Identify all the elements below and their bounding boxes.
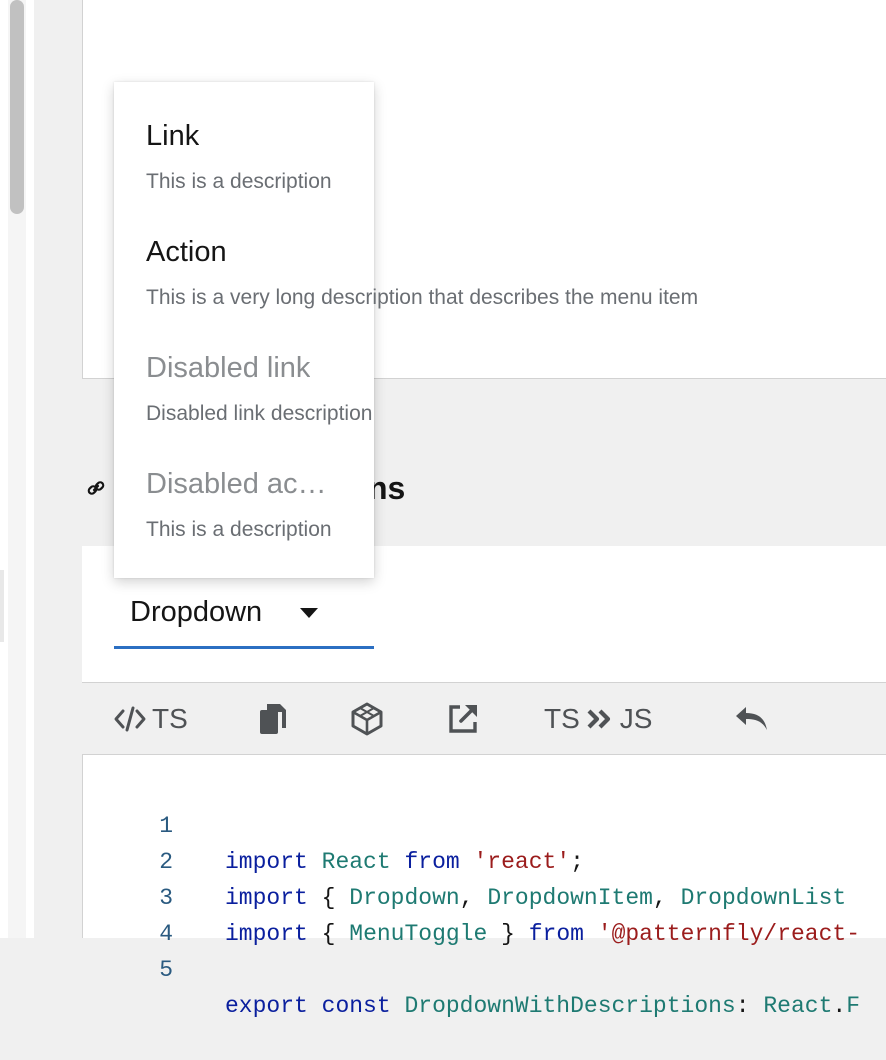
line-number: 5 [159,957,173,983]
menu-item-title: Link [146,120,200,152]
menu-item-description: This is a very long description that des… [146,286,699,309]
dropdown-toggle-label: Dropdown [130,596,263,628]
menu-item-link[interactable]: Link This is a description [114,86,374,202]
link-icon[interactable] [86,478,106,498]
code-text: import React from 'react'; [225,849,584,875]
codesandbox-button[interactable] [350,684,384,754]
caret-down-icon [300,607,319,618]
code-text: import { MenuToggle } from '@patternfly/… [225,921,861,947]
code-line: 4 [83,880,173,947]
copy-icon [260,704,286,734]
menu-item-title: Disabled ac… [146,468,327,500]
code-line: 5 export const DropdownWithDescriptions:… [83,916,860,1019]
code-text: export const DropdownWithDescriptions: R… [225,993,860,1019]
undo-button[interactable] [734,684,770,754]
convert-ts-to-js-button[interactable]: TS JS [544,684,652,754]
dropdown-menu: Link This is a description Action This i… [114,82,698,578]
code-line: 3 import { MenuToggle } from '@patternfl… [83,844,860,947]
toggle-ts-code-button[interactable]: TS [114,684,188,754]
menu-item-description: Disabled link description [146,402,373,425]
dropdown-toggle[interactable]: Dropdown [114,579,374,649]
code-line: 1 import React from 'react'; [83,772,584,875]
menu-item-description: This is a description [146,518,332,541]
left-sidebar [0,0,35,938]
menu-item-description: This is a description [146,170,332,193]
angle-double-right-icon [587,709,610,729]
code-toolbar: TS TS JS [82,684,886,755]
menu-item-title: Disabled link [146,352,311,384]
convert-from-label: TS [544,703,580,734]
convert-to-label: JS [619,703,653,734]
copy-code-button[interactable] [258,684,288,754]
codesandbox-icon [351,702,383,736]
sidebar-edge [0,570,4,642]
scrollbar-thumb[interactable] [10,0,24,214]
menu-item-disabled-action: Disabled ac… This is a description [114,434,374,550]
code-text: import { Dropdown, DropdownItem, Dropdow… [225,885,847,911]
ts-label: TS [152,703,188,734]
code-icon [114,706,146,732]
menu-item-action[interactable]: Action This is a very long description t… [114,202,698,318]
undo-icon [736,707,767,730]
external-link-icon [449,705,477,733]
menu-item-disabled-link: Disabled link Disabled link description [114,318,374,434]
menu-item-title: Action [146,236,227,268]
open-new-window-button[interactable] [446,684,480,754]
code-line: 2 import { Dropdown, DropdownItem, Dropd… [83,808,846,911]
code-editor[interactable]: 1 import React from 'react'; 2 import { … [82,755,886,1019]
